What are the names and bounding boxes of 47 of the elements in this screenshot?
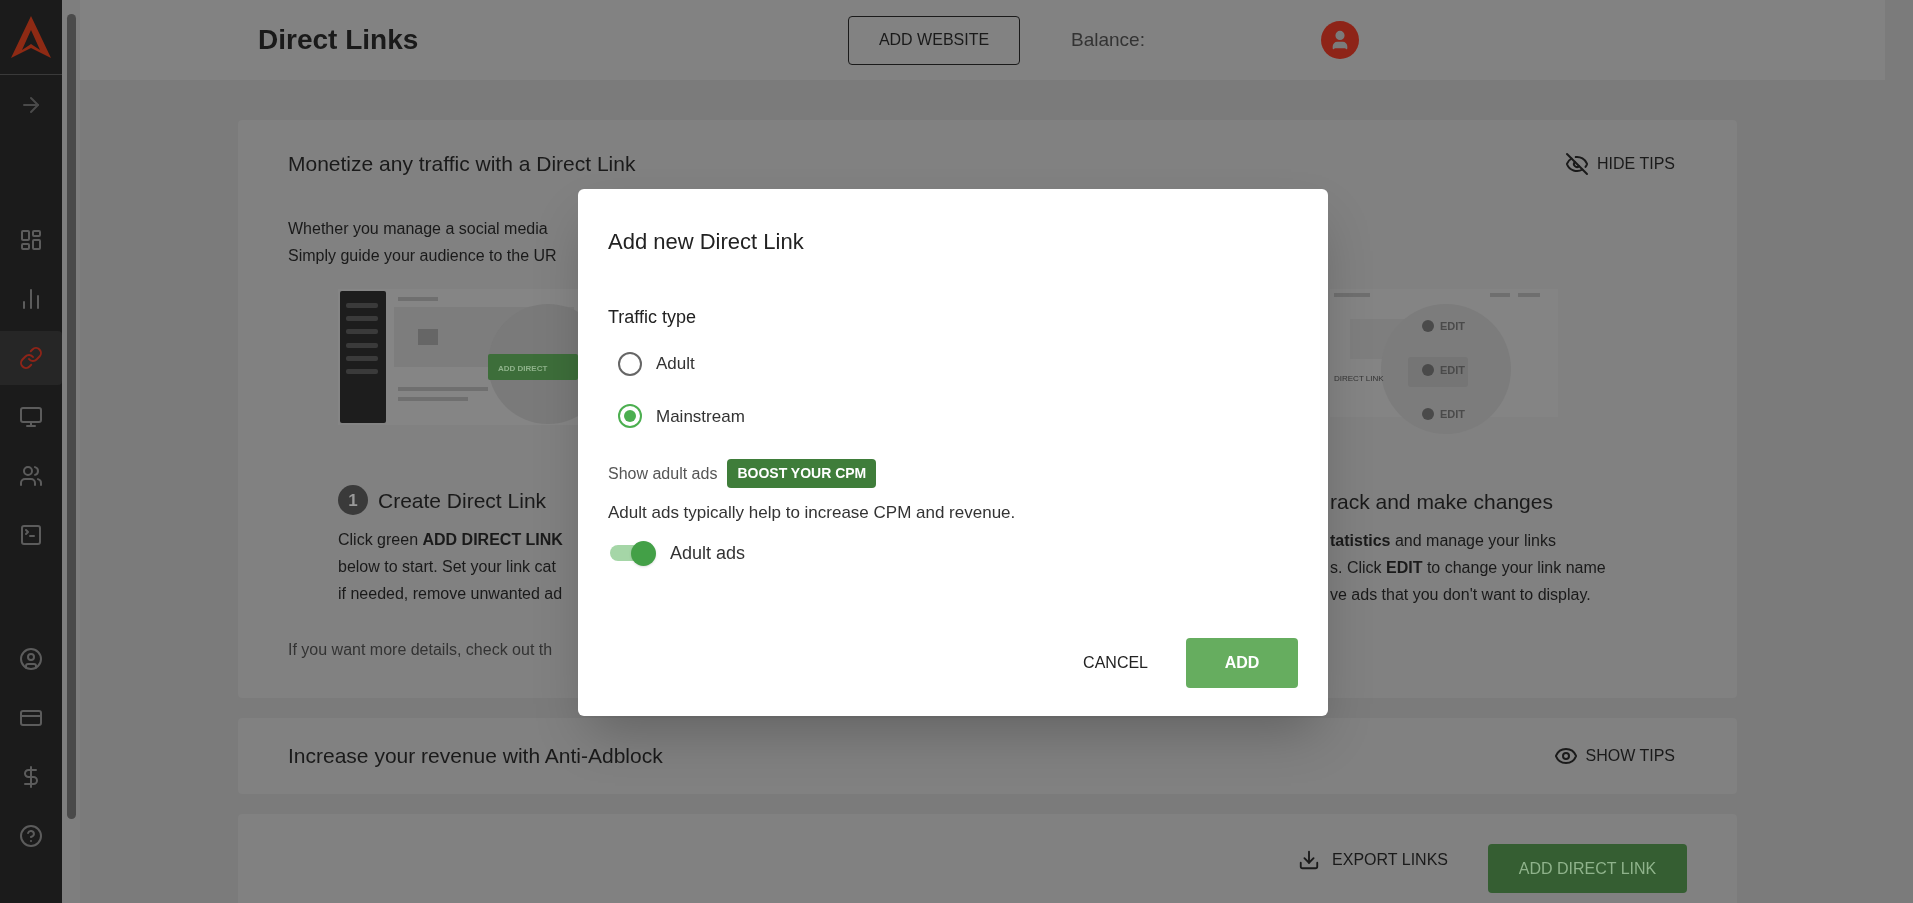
help-icon [19,824,43,848]
download-icon [1298,849,1321,871]
intro-text: Whether you manage a social media [288,218,548,239]
card-title: Monetize any traffic with a Direct Link [288,151,636,177]
eye-off-icon [1565,151,1590,176]
logo-icon [11,16,51,58]
adult-ads-switch[interactable] [608,540,656,566]
radio-option[interactable]: Mainstream [618,403,745,429]
user-icon [19,647,43,671]
dialog-title: Add new Direct Link [608,228,805,256]
dashboard-icon [19,228,43,252]
boost-badge: BOOST YOUR CPM [727,459,877,488]
show-tips-button[interactable]: SHOW TIPS [1553,744,1675,768]
create-link-illustration: ADD DIRECT [338,288,578,425]
card-title: Increase your revenue with Anti-Adblock [288,743,663,770]
terminal-icon [19,523,43,547]
step-text: if needed, remove unwanted ad [338,584,563,604]
radio-button[interactable] [618,404,642,429]
step-number: 1 [338,485,368,516]
users-icon [19,464,43,488]
balance-label: Balance: [1071,27,1145,52]
switch-label: Adult ads [670,541,746,565]
add-button[interactable]: ADD [1186,638,1298,688]
link-icon [19,346,43,370]
cancel-button[interactable]: CANCEL [1065,638,1166,688]
step-title: Create Direct Link [378,487,547,514]
step-title: rack and make changes [1330,488,1553,515]
step-text: below to start. Set your link cat [338,557,556,577]
radio-button[interactable] [618,351,642,376]
hide-tips-button[interactable]: HIDE TIPS [1565,151,1675,176]
description-text: Adult ads typically help to increase CPM and revenue. [608,502,1017,524]
intro-text: Simply guide your audience to the UR [288,245,557,266]
step-text: Click green ADD DIRECT LINK [338,530,563,550]
add-website-button[interactable]: ADD WEBSITE [848,15,1020,65]
avatar[interactable] [1320,21,1359,59]
export-links-button[interactable]: EXPORT LINKS [1298,848,1448,872]
scrollbar-thumb[interactable] [66,14,76,819]
monitor-icon [19,405,43,429]
section-label: Traffic type [608,306,698,329]
page-title: Direct Links [258,23,420,57]
step-text: tatistics and manage your links [1330,531,1557,551]
step-text: ve ads that you don't want to display. [1330,585,1592,605]
sidebar-item[interactable] [0,331,62,385]
step-text: s. Click EDIT to change your link name [1330,558,1606,578]
adult-ads-label: Show adult ads [608,463,718,484]
radio-option[interactable]: Adult [618,351,695,377]
add-direct-link-button[interactable]: ADD DIRECT LINK [1488,844,1687,893]
